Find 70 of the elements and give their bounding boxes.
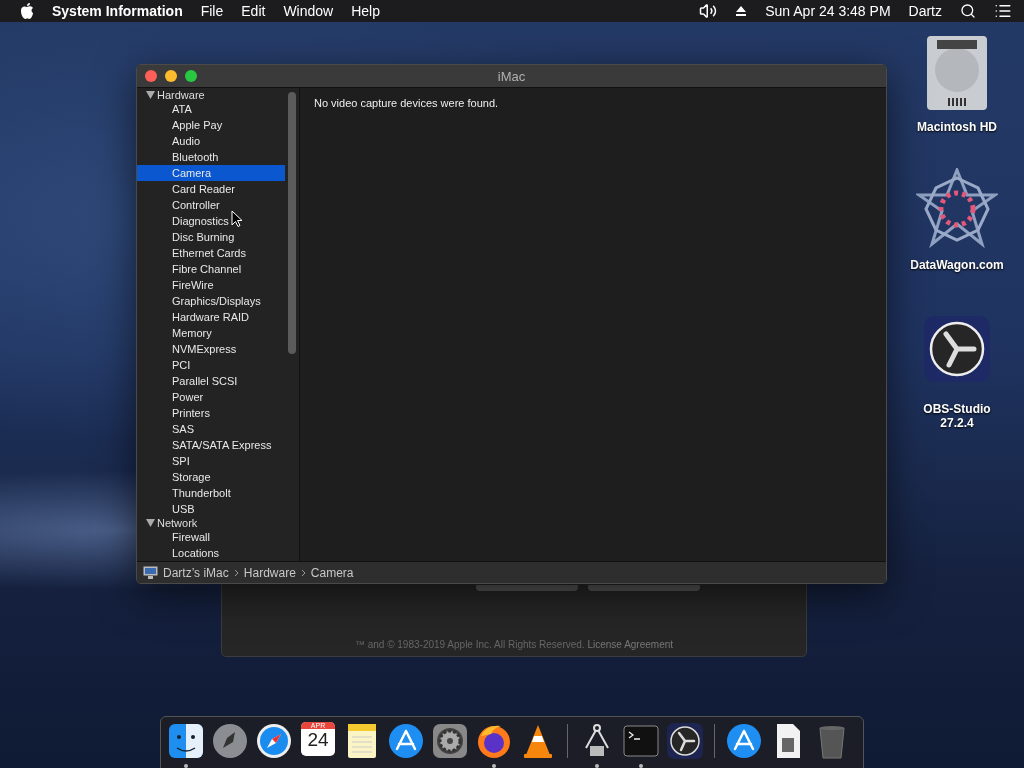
apple-logo-icon[interactable] [20, 3, 34, 19]
terminal-icon[interactable] [622, 722, 660, 760]
minimize-button[interactable] [165, 70, 177, 82]
sidebar-item[interactable]: SPI [137, 453, 285, 469]
sidebar-item[interactable]: ATA [137, 101, 285, 117]
desktop-icon-label[interactable]: Macintosh HD [917, 120, 997, 134]
sidebar-item[interactable]: NVMExpress [137, 341, 285, 357]
computer-icon [143, 566, 158, 579]
sidebar-item[interactable]: Memory [137, 325, 285, 341]
path-item[interactable]: Hardware [243, 565, 296, 580]
scrollbar[interactable] [288, 92, 296, 354]
sidebar-item[interactable]: Firewall [137, 529, 285, 545]
sidebar-item[interactable]: Audio [137, 133, 285, 149]
sidebar-item[interactable]: SAS [137, 421, 285, 437]
sidebar-group[interactable]: Hardware [157, 89, 205, 101]
sidebar-item[interactable]: Controller [137, 197, 285, 213]
menu-item[interactable]: File [200, 3, 224, 19]
compass-icon[interactable] [255, 722, 293, 760]
sidebar-item[interactable]: Printers [137, 405, 285, 421]
search-icon[interactable] [960, 3, 976, 19]
sidebar-item[interactable]: Camera [137, 165, 285, 181]
menu-list-icon[interactable] [994, 2, 1012, 20]
chevron-icon [233, 568, 239, 577]
app-store-icon[interactable] [725, 722, 763, 760]
app-store-icon[interactable] [387, 722, 425, 760]
user-menu[interactable]: Dartz [908, 3, 942, 19]
chevron-icon [300, 568, 306, 577]
sidebar-item[interactable]: Ethernet Cards [137, 245, 285, 261]
sidebar-item[interactable]: FireWire [137, 277, 285, 293]
obs-icon[interactable] [922, 314, 992, 384]
sidebar-item[interactable]: Fibre Channel [137, 261, 285, 277]
sidebar-item[interactable]: Hardware RAID [137, 309, 285, 325]
eject-icon[interactable] [735, 5, 748, 17]
desktop-icon-label[interactable]: DataWagon.com [910, 258, 1004, 272]
volume-icon[interactable] [699, 2, 718, 20]
pointer-icon [231, 210, 243, 228]
path-item[interactable]: Camera [310, 565, 354, 580]
obs-icon[interactable] [666, 722, 704, 760]
sidebar-item[interactable]: Parallel SCSI [137, 373, 285, 389]
path-item[interactable]: Dartz’s iMac [163, 565, 229, 580]
zoom-button[interactable] [185, 70, 197, 82]
menu-item[interactable]: Window [283, 3, 334, 19]
disclosure-icon[interactable] [146, 519, 155, 527]
gear-icon[interactable] [431, 722, 469, 760]
sidebar-item[interactable]: Apple Pay [137, 117, 285, 133]
sidebar-item[interactable]: Card Reader [137, 181, 285, 197]
message-text: No video capture devices were found. [314, 97, 500, 109]
sidebar-group[interactable]: Network [157, 517, 198, 529]
disclosure-icon[interactable] [146, 91, 155, 99]
desktop-icon-label[interactable]: OBS-Studio 27.2.4 [923, 402, 991, 430]
sidebar-item[interactable]: PCI [137, 357, 285, 373]
sidebar-item[interactable]: SATA/SATA Express [137, 437, 285, 453]
menu-item[interactable]: Help [351, 3, 380, 19]
clock[interactable]: Sun Apr 24 3:48 PM [765, 3, 891, 19]
sidebar-item[interactable]: Diagnostics [137, 213, 285, 229]
finder-icon[interactable] [167, 722, 205, 760]
sidebar-item[interactable]: Locations [137, 545, 285, 561]
star-pattern-icon[interactable] [916, 168, 998, 250]
app-menu[interactable]: System Information [52, 3, 183, 19]
sidebar-item[interactable]: Bluetooth [137, 149, 285, 165]
sidebar-item[interactable]: Thunderbolt [137, 485, 285, 501]
menu-item[interactable]: Edit [241, 3, 266, 19]
window-title: iMac [496, 68, 527, 84]
sidebar-item[interactable]: USB [137, 501, 285, 517]
sidebar-item[interactable]: Power [137, 389, 285, 405]
sidebar-item[interactable]: Storage [137, 469, 285, 485]
calendar-day: 24 [307, 729, 329, 751]
sidebar-item[interactable]: Disc Burning [137, 229, 285, 245]
sidebar-item[interactable]: Graphics/Displays [137, 293, 285, 309]
close-button[interactable] [145, 70, 157, 82]
